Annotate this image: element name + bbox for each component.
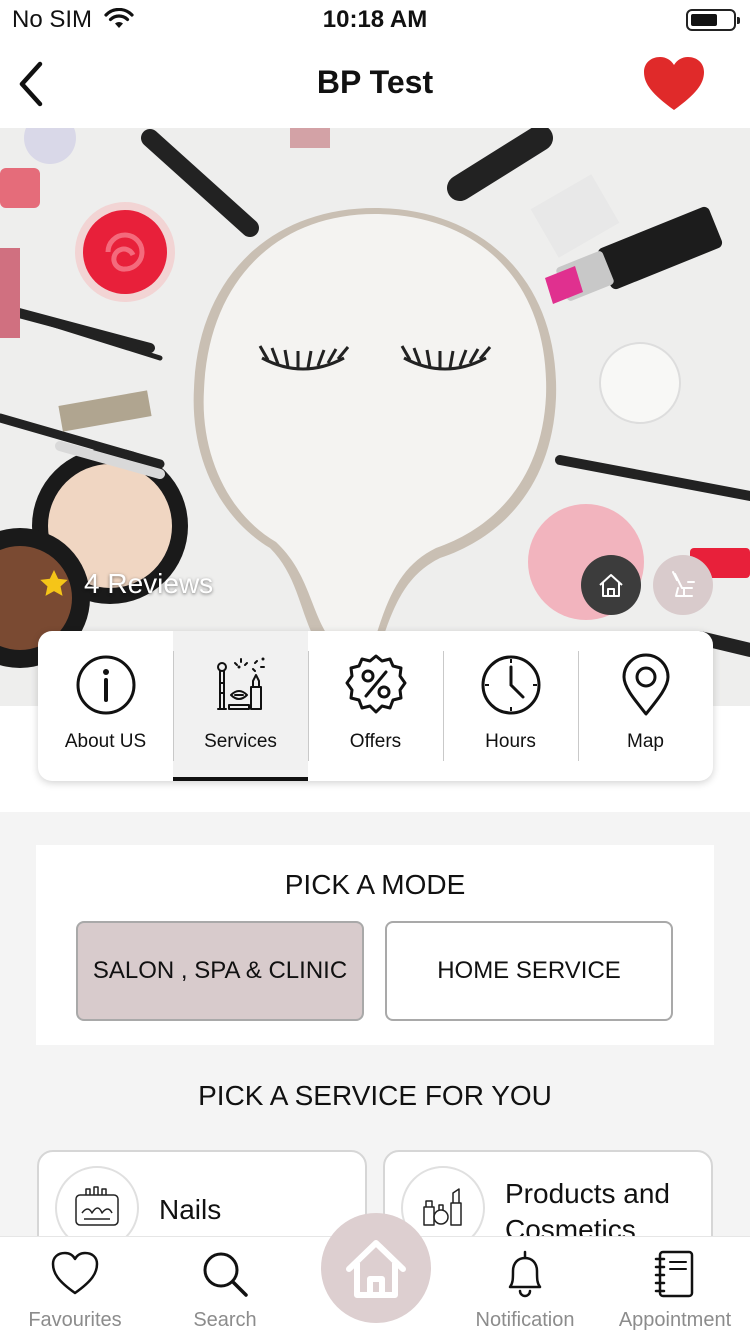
salon-mode-indicator[interactable] bbox=[653, 555, 713, 615]
tab-search[interactable]: Search bbox=[150, 1237, 300, 1334]
makeup-flatlay-illustration bbox=[0, 128, 750, 706]
service-label: Nails bbox=[159, 1194, 222, 1225]
tab-label: Appointment bbox=[618, 1309, 732, 1331]
heart-icon[interactable] bbox=[642, 56, 706, 112]
home-icon bbox=[346, 1240, 406, 1298]
tab-notification[interactable]: Notification bbox=[450, 1237, 600, 1334]
search-icon bbox=[203, 1252, 248, 1297]
services-content: PICK A MODE SALON , SPA & CLINIC HOME SE… bbox=[0, 812, 750, 1270]
home-icon bbox=[599, 574, 623, 597]
clock-icon bbox=[481, 655, 540, 715]
bottom-tab-bar: Favourites Search Notification Appointme… bbox=[0, 1213, 750, 1334]
bell-icon bbox=[508, 1250, 542, 1298]
heart-outline-icon bbox=[51, 1251, 99, 1295]
tab-label: Map bbox=[627, 731, 664, 752]
tab-label: Hours bbox=[485, 731, 536, 752]
tab-label: Search bbox=[193, 1309, 257, 1331]
map-pin-icon bbox=[622, 653, 669, 716]
percent-badge-icon bbox=[345, 654, 406, 714]
tab-favourites[interactable]: Favourites bbox=[0, 1237, 150, 1334]
info-icon bbox=[76, 655, 135, 715]
mode-picker-title: PICK A MODE bbox=[284, 869, 466, 900]
tab-label: Favourites bbox=[28, 1309, 122, 1331]
tab-about-us[interactable]: About US bbox=[38, 631, 173, 781]
tab-map[interactable]: Map bbox=[578, 631, 713, 781]
tab-label: Offers bbox=[349, 731, 402, 752]
mode-picker: PICK A MODE SALON , SPA & CLINIC HOME SE… bbox=[36, 845, 714, 1045]
notebook-icon bbox=[654, 1250, 694, 1298]
star-icon bbox=[40, 570, 68, 596]
home-service-button[interactable]: HOME SERVICE bbox=[385, 921, 673, 1021]
tab-offers[interactable]: Offers bbox=[308, 631, 443, 781]
home-tab-button[interactable] bbox=[321, 1213, 431, 1323]
hero-image: 4 Reviews bbox=[0, 128, 750, 706]
makeup-icon bbox=[216, 657, 265, 710]
tab-services[interactable]: Services bbox=[173, 631, 308, 781]
salon-spa-clinic-button[interactable]: SALON , SPA & CLINIC bbox=[76, 921, 364, 1021]
status-time: 10:18 AM bbox=[322, 6, 428, 33]
battery-icon bbox=[686, 9, 740, 31]
tab-appointment[interactable]: Appointment bbox=[600, 1237, 750, 1334]
reviews-count: 4 Reviews bbox=[84, 568, 214, 599]
salon-chair-icon bbox=[672, 571, 695, 597]
navigation-bar: BP Test bbox=[0, 40, 750, 128]
service-picker-title: PICK A SERVICE FOR YOU bbox=[198, 1080, 552, 1111]
tab-hours[interactable]: Hours bbox=[443, 631, 578, 781]
tab-label: Services bbox=[204, 731, 277, 752]
tab-label: About US bbox=[64, 731, 147, 752]
page-title: BP Test bbox=[316, 64, 434, 100]
status-bar: No SIM 10:18 AM bbox=[0, 0, 750, 40]
tab-label: Notification bbox=[475, 1309, 575, 1331]
home-mode-indicator[interactable] bbox=[581, 555, 641, 615]
rating-summary[interactable]: 4 Reviews bbox=[38, 568, 213, 600]
section-tabs: About US Services Offers Hours Map bbox=[38, 631, 713, 781]
